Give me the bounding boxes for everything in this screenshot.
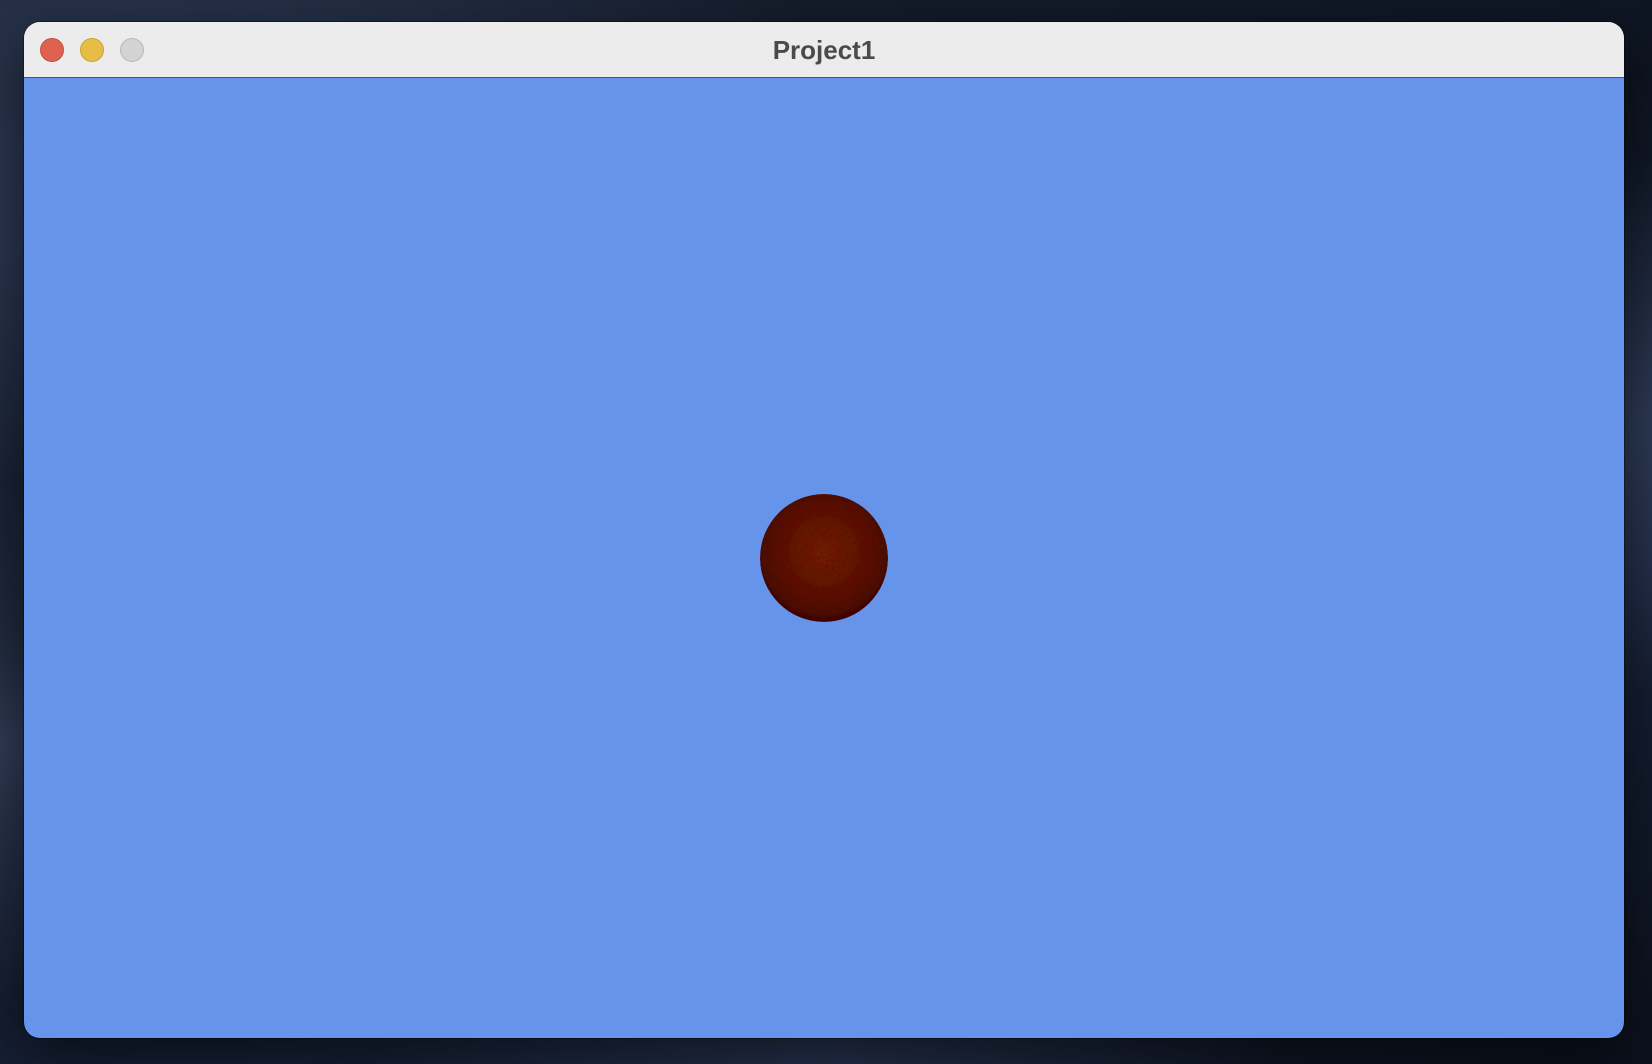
game-canvas[interactable]	[24, 78, 1624, 1038]
ball-texture	[760, 494, 888, 622]
ball	[760, 494, 888, 622]
window-title: Project1	[772, 35, 876, 65]
app-window: Project1	[24, 22, 1624, 1038]
title-bar[interactable]: Project1	[24, 22, 1624, 78]
